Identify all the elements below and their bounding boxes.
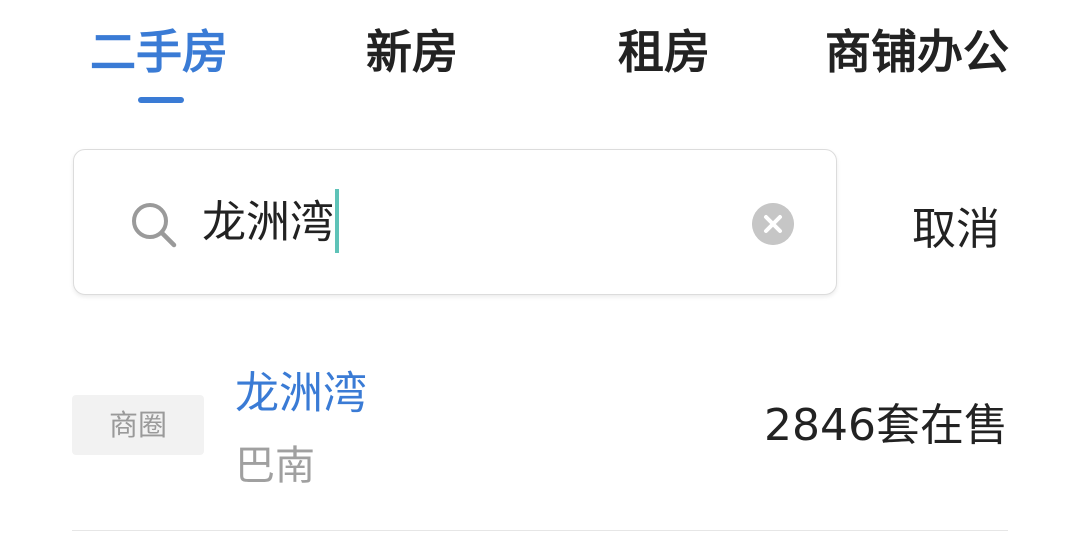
clear-icon[interactable]	[752, 203, 794, 245]
cancel-button[interactable]: 取消	[912, 200, 1000, 260]
result-title: 龙洲湾	[235, 368, 367, 419]
result-listing-count: 2846套在售	[764, 400, 1008, 451]
result-divider	[72, 530, 1008, 531]
tab-rental[interactable]: 租房	[618, 22, 710, 82]
tab-bar: 二手房 新房 租房 商铺办公	[0, 0, 1080, 110]
tab-commercial-office[interactable]: 商铺办公	[825, 22, 1009, 82]
tab-new-house[interactable]: 新房	[366, 22, 458, 82]
search-icon	[132, 203, 177, 248]
search-input-value: 龙洲湾	[202, 197, 334, 248]
search-box[interactable]: 龙洲湾	[73, 149, 837, 295]
text-caret	[335, 189, 339, 253]
active-tab-indicator	[138, 97, 184, 103]
result-type-tag: 商圈	[72, 395, 204, 455]
result-district: 巴南	[235, 443, 315, 489]
tab-second-hand[interactable]: 二手房	[90, 22, 228, 82]
search-result-item[interactable]: 商圈 龙洲湾 巴南 2846套在售	[72, 350, 1008, 532]
search-input[interactable]: 龙洲湾	[202, 188, 722, 258]
